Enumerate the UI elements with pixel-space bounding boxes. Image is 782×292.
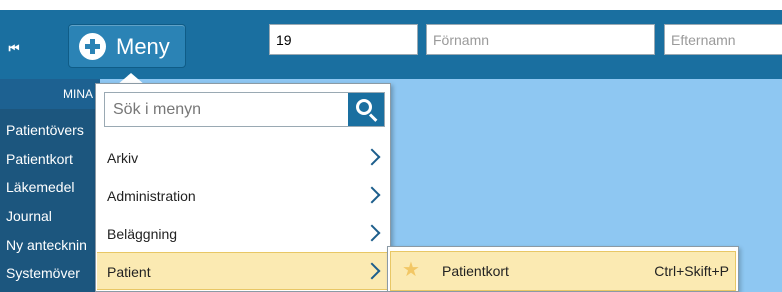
menu-item-label: Beläggning — [107, 226, 178, 242]
sidebar-item-ny-anteckning[interactable]: Ny antecknin — [6, 237, 87, 253]
menu-button[interactable]: Meny — [68, 24, 186, 68]
search-icon — [356, 99, 372, 115]
menu-dropdown: Arkiv Administration Beläggning Patient — [95, 83, 391, 292]
first-name-field[interactable] — [426, 24, 655, 55]
sidebar: MINA Patientövers Patientkort Läkemedel … — [0, 79, 100, 292]
menu-item-belaggning[interactable]: Beläggning — [97, 215, 390, 253]
keyboard-shortcut: Ctrl+Skift+P — [654, 263, 729, 279]
sidebar-header: MINA — [0, 79, 100, 109]
submenu-item-label: Patientkort — [442, 263, 509, 279]
search-button[interactable] — [348, 93, 384, 126]
menu-search — [104, 92, 385, 127]
plus-icon — [79, 33, 106, 60]
star-icon[interactable]: ★ — [402, 260, 420, 280]
menu-item-label: Patient — [107, 264, 151, 280]
submenu-item-patientkort[interactable]: ★ Patientkort Ctrl+Skift+P — [390, 251, 736, 291]
chevron-right-icon — [363, 224, 381, 242]
menu-item-administration[interactable]: Administration — [97, 177, 390, 215]
chevron-right-icon — [363, 262, 381, 280]
menu-item-label: Administration — [107, 188, 196, 204]
sidebar-item-patientoversikt[interactable]: Patientövers — [6, 122, 84, 138]
collapse-sidebar-icon[interactable]: ⏮ — [6, 40, 22, 56]
sidebar-item-systemoversikt[interactable]: Systemöver — [6, 265, 80, 281]
last-name-field[interactable] — [664, 24, 782, 55]
menu-item-arkiv[interactable]: Arkiv — [97, 139, 390, 177]
menu-item-patient[interactable]: Patient — [97, 252, 390, 290]
chevron-right-icon — [363, 148, 381, 166]
chevron-right-icon — [363, 186, 381, 204]
sidebar-item-journal[interactable]: Journal — [6, 208, 52, 224]
sidebar-item-patientkort[interactable]: Patientkort — [6, 151, 73, 167]
patient-submenu: ★ Patientkort Ctrl+Skift+P — [387, 246, 739, 292]
menu-search-input[interactable] — [105, 93, 350, 126]
menu-button-label: Meny — [116, 34, 170, 59]
menu-item-label: Arkiv — [107, 150, 139, 166]
sidebar-item-lakemedel[interactable]: Läkemedel — [6, 179, 75, 195]
patient-id-field[interactable] — [269, 24, 418, 55]
